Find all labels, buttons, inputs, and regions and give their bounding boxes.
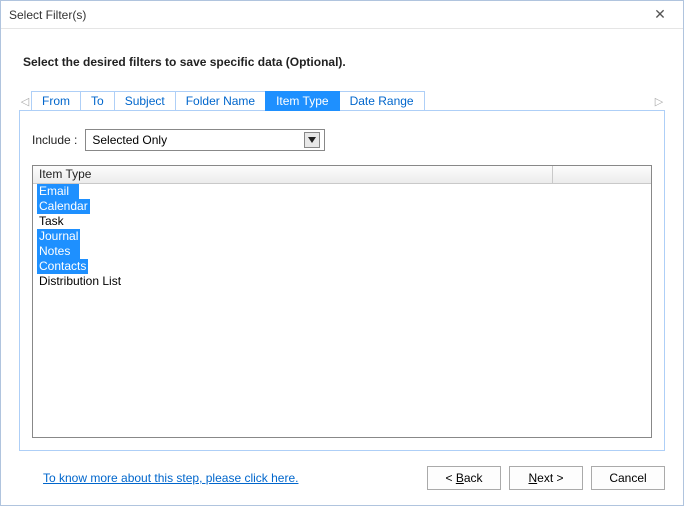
close-button[interactable]: ✕ xyxy=(645,5,675,25)
list-item[interactable]: Email xyxy=(33,184,651,199)
list-item[interactable]: Calendar xyxy=(33,199,651,214)
list-item[interactable]: Notes xyxy=(33,244,651,259)
instruction-text: Select the desired filters to save speci… xyxy=(23,55,665,69)
list-item-label: Task xyxy=(37,214,66,229)
footer: To know more about this step, please cli… xyxy=(1,451,683,505)
list-item-label: Distribution List xyxy=(37,274,123,289)
item-type-listbox: Item Type EmailCalendarTaskJournalNotesC… xyxy=(32,165,652,438)
tab-panel: Include : Selected Only Item Type EmailC… xyxy=(19,110,665,451)
titlebar: Select Filter(s) ✕ xyxy=(1,1,683,29)
cancel-button[interactable]: Cancel xyxy=(591,466,665,490)
list-item[interactable]: Distribution List xyxy=(33,274,651,289)
include-row: Include : Selected Only xyxy=(32,129,652,151)
tabs-container: FromToSubjectFolder NameItem TypeDate Ra… xyxy=(31,91,653,111)
list-item-label: Notes xyxy=(37,244,80,259)
list-item-label: Calendar xyxy=(37,199,90,214)
window-title: Select Filter(s) xyxy=(9,8,645,22)
tab-row: ◁ FromToSubjectFolder NameItem TypeDate … xyxy=(19,91,665,111)
tab-to[interactable]: To xyxy=(80,91,115,111)
back-button[interactable]: < Back xyxy=(427,466,501,490)
content-area: Select the desired filters to save speci… xyxy=(1,29,683,451)
list-header: Item Type xyxy=(33,166,651,184)
list-item[interactable]: Journal xyxy=(33,229,651,244)
tab-scroll-left-icon[interactable]: ◁ xyxy=(19,95,31,108)
include-dropdown-value: Selected Only xyxy=(92,133,304,147)
list-item-label: Email xyxy=(37,184,79,199)
tab-from[interactable]: From xyxy=(31,91,81,111)
tab-subject[interactable]: Subject xyxy=(114,91,176,111)
next-button[interactable]: Next > xyxy=(509,466,583,490)
list-header-col[interactable]: Item Type xyxy=(33,166,553,183)
tab-folder-name[interactable]: Folder Name xyxy=(175,91,266,111)
tab-date-range[interactable]: Date Range xyxy=(339,91,425,111)
list-item[interactable]: Task xyxy=(33,214,651,229)
select-filters-dialog: Select Filter(s) ✕ Select the desired fi… xyxy=(0,0,684,506)
include-dropdown[interactable]: Selected Only xyxy=(85,129,325,151)
include-label: Include : xyxy=(32,133,77,147)
list-item[interactable]: Contacts xyxy=(33,259,651,274)
list-item-label: Contacts xyxy=(37,259,88,274)
close-icon: ✕ xyxy=(654,6,666,22)
button-row: < Back Next > Cancel xyxy=(427,466,665,490)
list-item-label: Journal xyxy=(37,229,80,244)
chevron-down-icon xyxy=(304,132,320,148)
list-header-spacer xyxy=(553,166,651,183)
help-link[interactable]: To know more about this step, please cli… xyxy=(43,471,427,485)
list-body[interactable]: EmailCalendarTaskJournalNotesContactsDis… xyxy=(33,184,651,437)
tab-item-type[interactable]: Item Type xyxy=(265,91,339,111)
tab-scroll-right-icon[interactable]: ▷ xyxy=(653,95,665,108)
